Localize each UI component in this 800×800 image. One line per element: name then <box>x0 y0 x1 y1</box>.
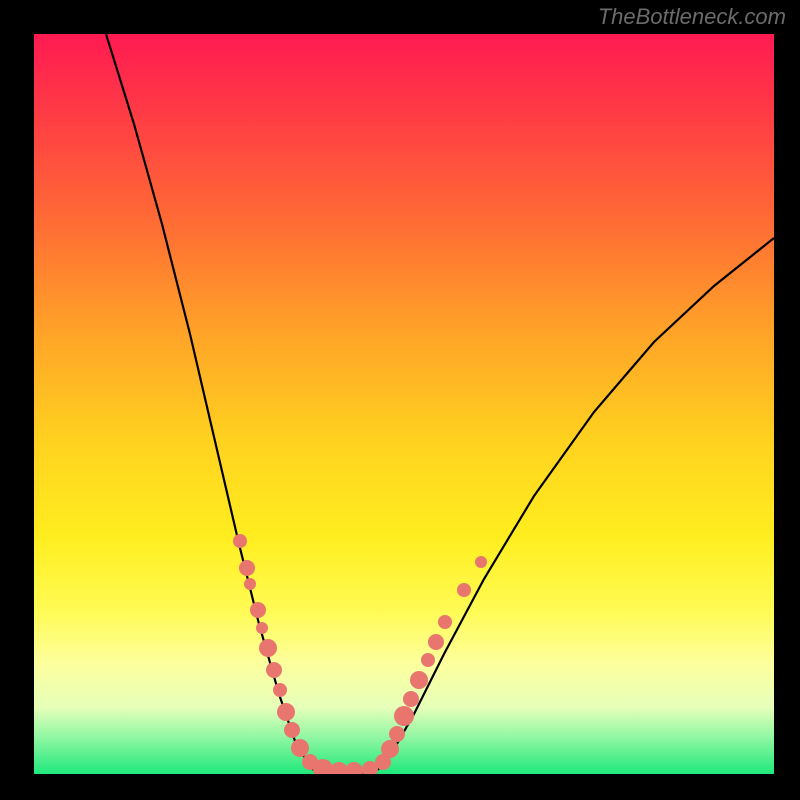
config-dot <box>410 671 428 689</box>
config-dot <box>345 762 363 774</box>
config-dot <box>381 740 399 758</box>
config-dot <box>277 703 295 721</box>
bottleneck-chart <box>34 34 774 774</box>
config-dot <box>273 683 287 697</box>
curve-right <box>379 238 774 769</box>
config-dot <box>389 726 405 742</box>
config-dot <box>239 560 255 576</box>
config-dot <box>428 634 444 650</box>
dot-cluster-right <box>375 556 487 770</box>
watermark: TheBottleneck.com <box>598 4 786 30</box>
config-dot <box>475 556 487 568</box>
config-dot <box>259 639 277 657</box>
curve-left <box>106 34 312 769</box>
config-dot <box>457 583 471 597</box>
dot-cluster-left <box>233 534 378 774</box>
config-dot <box>233 534 247 548</box>
config-dot <box>438 615 452 629</box>
config-dot <box>394 706 414 726</box>
config-dot <box>403 691 419 707</box>
config-dot <box>421 653 435 667</box>
config-dot <box>244 578 256 590</box>
config-dot <box>250 602 266 618</box>
config-dot <box>266 662 282 678</box>
config-dot <box>291 739 309 757</box>
config-dot <box>256 622 268 634</box>
config-dot <box>284 722 300 738</box>
